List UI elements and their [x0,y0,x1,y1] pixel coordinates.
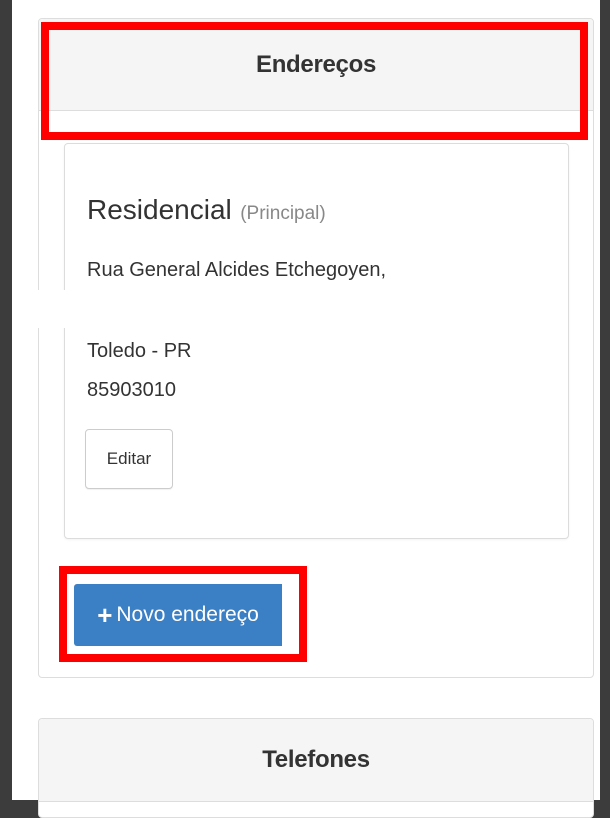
addresses-panel-header: Endereços [39,19,593,111]
address-street: Rua General Alcides Etchegoyen, [87,259,387,281]
phones-panel: Telefones [38,718,594,818]
address-title-row: Residencial (Principal) [87,194,326,226]
address-principal-tag: (Principal) [240,203,326,224]
redacted-address-line [30,290,380,328]
addresses-panel-title: Endereços [255,50,377,78]
address-card: Residencial (Principal) Rua General Alci… [64,143,569,539]
phones-panel-header: Telefones [39,719,593,802]
plus-icon: + [97,600,113,630]
new-address-label: Novo endereço [116,603,259,626]
address-type: Residencial [87,194,232,225]
address-zip: 85903010 [87,379,176,401]
edit-address-button[interactable]: Editar [85,429,173,489]
new-address-button[interactable]: + Novo endereço [74,584,288,646]
phones-panel-title: Telefones [262,746,370,773]
address-city-state: Toledo - PR [87,340,192,362]
